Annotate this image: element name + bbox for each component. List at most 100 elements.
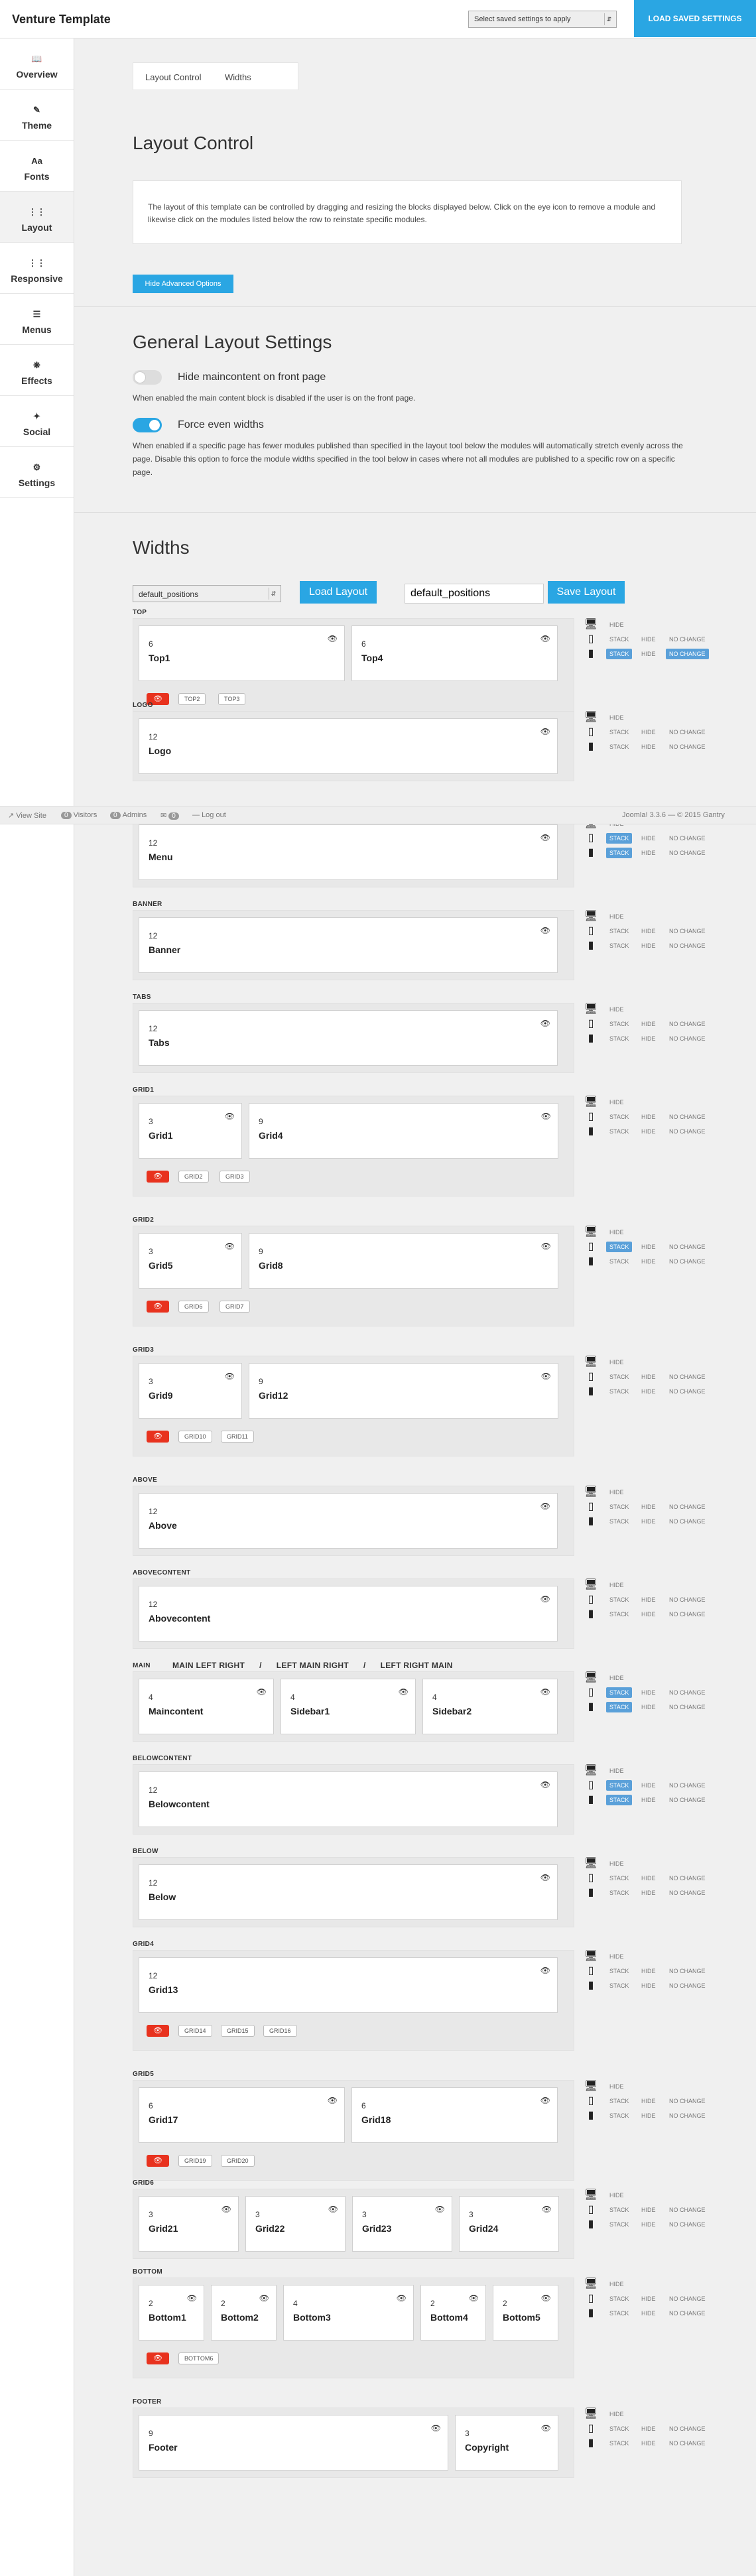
module-block[interactable]: 4 Sidebar2 👁 xyxy=(422,1679,558,1734)
option-hide[interactable]: HIDE xyxy=(638,1594,659,1605)
eye-icon[interactable]: 👁 xyxy=(542,2205,552,2214)
eye-icon[interactable]: 👁 xyxy=(225,1242,235,1251)
option-no-change[interactable]: NO CHANGE xyxy=(666,1033,709,1044)
option-no-change[interactable]: NO CHANGE xyxy=(666,1980,709,1991)
option-hide[interactable]: HIDE xyxy=(638,634,659,645)
option-stack[interactable]: STACK xyxy=(606,1609,632,1620)
logout-link[interactable]: — Log out xyxy=(192,811,226,819)
module-block[interactable]: 12 Above 👁 xyxy=(139,1493,558,1549)
force-even-widths-toggle[interactable] xyxy=(133,418,162,432)
view-site-link[interactable]: ↗ View Site xyxy=(8,811,46,820)
module-block[interactable]: 12 Logo 👁 xyxy=(139,718,558,774)
eye-icon[interactable]: 👁 xyxy=(225,1112,235,1121)
eye-icon[interactable]: 👁 xyxy=(221,2205,231,2214)
sidebar-item-settings[interactable]: ⚙ Settings xyxy=(0,447,74,498)
module-block[interactable]: 3 Grid24 👁 xyxy=(459,2196,559,2252)
option-no-change[interactable]: NO CHANGE xyxy=(666,741,709,752)
option-no-change[interactable]: NO CHANGE xyxy=(666,2219,709,2230)
option-stack[interactable]: STACK xyxy=(606,1372,632,1382)
option-hide[interactable]: HIDE xyxy=(638,1516,659,1527)
eye-icon[interactable]: 👁 xyxy=(541,1242,551,1251)
option-stack[interactable]: STACK xyxy=(606,1966,632,1976)
module-block[interactable]: 9 Grid8 👁 xyxy=(249,1233,558,1289)
option-hide[interactable]: HIDE xyxy=(638,1033,659,1044)
option-stack[interactable]: STACK xyxy=(606,2205,632,2215)
option-stack[interactable]: STACK xyxy=(606,1980,632,1991)
option-no-change[interactable]: NO CHANGE xyxy=(666,1702,709,1712)
hidden-module-grid15[interactable]: GRID15 xyxy=(221,2025,255,2037)
option-hide[interactable]: HIDE xyxy=(638,1019,659,1029)
option-stack[interactable]: STACK xyxy=(606,926,632,936)
module-block[interactable]: 3 Grid21 👁 xyxy=(139,2196,239,2252)
option-no-change[interactable]: NO CHANGE xyxy=(666,1372,709,1382)
option-hide[interactable]: HIDE xyxy=(638,1687,659,1698)
option-hide[interactable]: HIDE xyxy=(638,1609,659,1620)
option-no-change[interactable]: NO CHANGE xyxy=(666,2308,709,2319)
option-no-change[interactable]: NO CHANGE xyxy=(666,634,709,645)
hidden-module-top3[interactable]: TOP3 xyxy=(218,693,246,705)
option-hide[interactable]: HIDE xyxy=(606,1004,627,1015)
module-block[interactable]: 3 Grid5 👁 xyxy=(139,1233,242,1289)
option-stack[interactable]: STACK xyxy=(606,1019,632,1029)
option-no-change[interactable]: NO CHANGE xyxy=(666,1687,709,1698)
show-hidden-eye-button[interactable]: 👁 xyxy=(147,2155,169,2167)
eye-icon[interactable]: 👁 xyxy=(328,2205,338,2214)
option-hide[interactable]: HIDE xyxy=(606,1580,627,1590)
option-hide[interactable]: HIDE xyxy=(606,1951,627,1962)
option-hide[interactable]: HIDE xyxy=(638,1980,659,1991)
option-no-change[interactable]: NO CHANGE xyxy=(666,2293,709,2304)
module-block[interactable]: 6 Grid17 👁 xyxy=(139,2087,345,2143)
eye-icon[interactable]: 👁 xyxy=(540,1873,550,1882)
messages-count[interactable]: ✉ 0 xyxy=(160,811,181,820)
hidden-module-top2[interactable]: TOP2 xyxy=(178,693,206,705)
option-stack[interactable]: STACK xyxy=(606,2308,632,2319)
module-block[interactable]: 9 Grid12 👁 xyxy=(249,1363,558,1419)
main-option-left-right-main[interactable]: LEFT RIGHT MAIN xyxy=(381,1661,453,1670)
show-hidden-eye-button[interactable]: 👁 xyxy=(147,2025,169,2037)
eye-icon[interactable]: 👁 xyxy=(540,1019,550,1028)
option-hide[interactable]: HIDE xyxy=(606,911,627,922)
eye-icon[interactable]: 👁 xyxy=(399,1687,409,1697)
sidebar-item-overview[interactable]: 📖 Overview xyxy=(0,38,74,90)
option-no-change[interactable]: NO CHANGE xyxy=(666,1780,709,1791)
option-no-change[interactable]: NO CHANGE xyxy=(666,1112,709,1122)
sidebar-item-layout[interactable]: ⋮⋮ Layout xyxy=(0,192,74,243)
option-hide[interactable]: HIDE xyxy=(638,1112,659,1122)
option-stack[interactable]: STACK xyxy=(606,848,633,858)
tab-widths[interactable]: Widths xyxy=(225,72,251,82)
option-stack[interactable]: STACK xyxy=(606,2110,632,2121)
option-no-change[interactable]: NO CHANGE xyxy=(666,1795,709,1805)
sidebar-item-theme[interactable]: ✎ Theme xyxy=(0,90,74,141)
option-hide[interactable]: HIDE xyxy=(638,2096,659,2106)
option-stack[interactable]: STACK xyxy=(606,2293,632,2304)
option-hide[interactable]: HIDE xyxy=(638,2205,659,2215)
hidden-module-bottom6[interactable]: BOTTOM6 xyxy=(178,2352,220,2364)
hide-advanced-options-button[interactable]: Hide Advanced Options xyxy=(133,275,233,293)
option-hide[interactable]: HIDE xyxy=(638,1386,659,1397)
eye-icon[interactable]: 👁 xyxy=(187,2293,197,2303)
module-block[interactable]: 12 Tabs 👁 xyxy=(139,1010,558,1066)
option-hide[interactable]: HIDE xyxy=(638,1372,659,1382)
option-no-change[interactable]: NO CHANGE xyxy=(666,926,709,936)
hidden-module-grid20[interactable]: GRID20 xyxy=(221,2155,255,2167)
option-hide[interactable]: HIDE xyxy=(606,1357,627,1368)
eye-icon[interactable]: 👁 xyxy=(540,833,550,842)
sidebar-item-fonts[interactable]: Aa Fonts xyxy=(0,141,74,192)
show-hidden-eye-button[interactable]: 👁 xyxy=(147,2352,169,2364)
eye-icon[interactable]: 👁 xyxy=(431,2423,441,2433)
option-hide[interactable]: HIDE xyxy=(638,926,659,936)
option-stack[interactable]: STACK xyxy=(606,649,633,659)
hidden-module-grid2[interactable]: GRID2 xyxy=(178,1171,209,1183)
module-block[interactable]: 2 Bottom1 👁 xyxy=(139,2285,204,2341)
load-layout-button[interactable]: Load Layout xyxy=(300,581,377,604)
option-hide[interactable]: HIDE xyxy=(638,2110,659,2121)
eye-icon[interactable]: 👁 xyxy=(259,2293,269,2303)
eye-icon[interactable]: 👁 xyxy=(540,1594,550,1604)
option-no-change[interactable]: NO CHANGE xyxy=(666,940,709,951)
sidebar-item-menus[interactable]: ☰ Menus xyxy=(0,294,74,345)
save-layout-button[interactable]: Save Layout xyxy=(548,581,625,604)
option-no-change[interactable]: NO CHANGE xyxy=(666,833,709,844)
option-hide[interactable]: HIDE xyxy=(638,1780,659,1791)
option-stack[interactable]: STACK xyxy=(606,1873,632,1884)
option-no-change[interactable]: NO CHANGE xyxy=(666,1873,709,1884)
